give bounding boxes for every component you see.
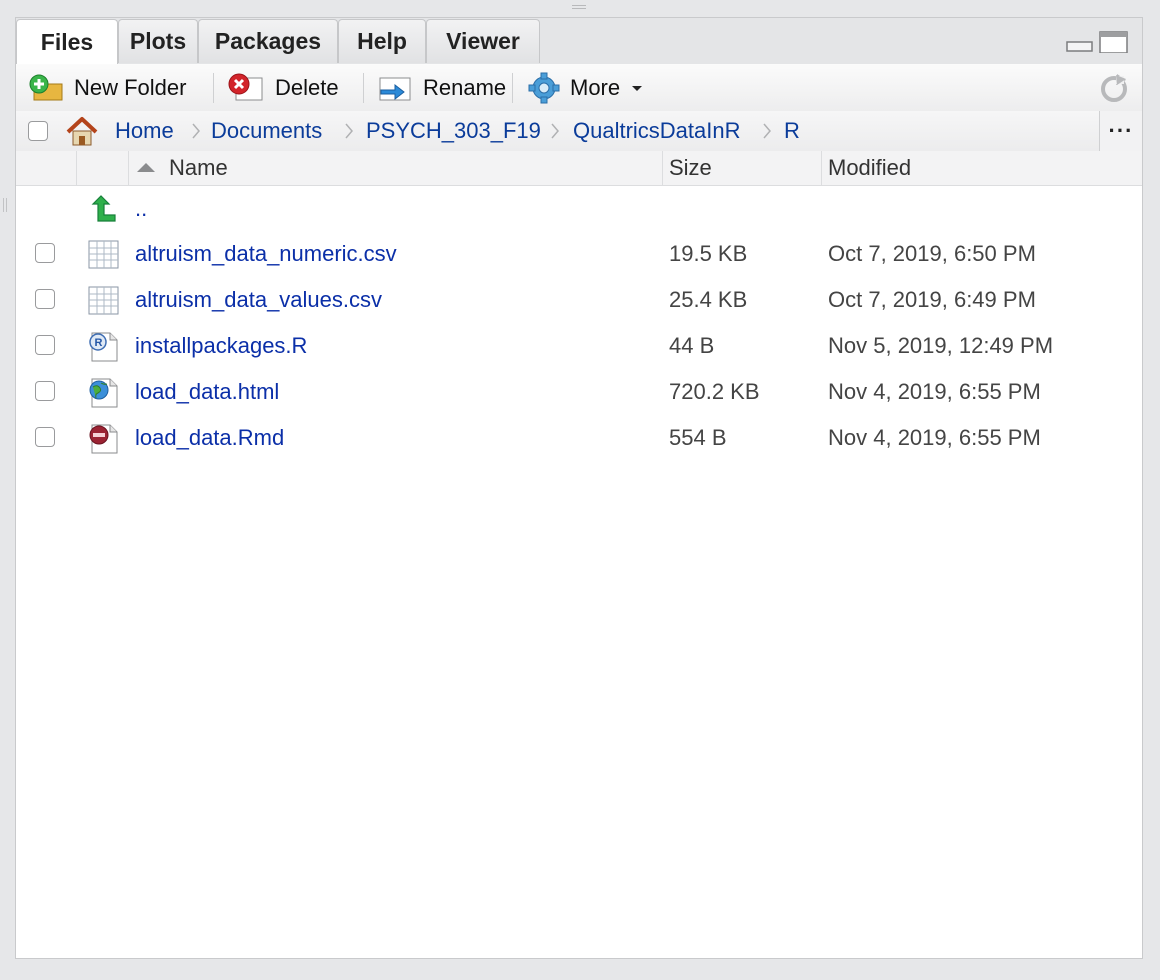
column-header-name[interactable]: Name — [169, 151, 228, 185]
breadcrumb-r[interactable]: R — [784, 111, 800, 151]
tab-viewer[interactable]: Viewer — [426, 19, 540, 63]
row-checkbox[interactable] — [35, 243, 55, 263]
parent-directory-link[interactable]: .. — [135, 186, 147, 232]
row-checkbox[interactable] — [35, 289, 55, 309]
rename-label: Rename — [423, 74, 507, 100]
parent-directory-row[interactable]: .. — [16, 186, 1142, 232]
tab-plots[interactable]: Plots — [118, 19, 198, 63]
file-modified: Oct 7, 2019, 6:50 PM — [828, 241, 1036, 266]
home-icon[interactable] — [64, 115, 100, 147]
tab-packages[interactable]: Packages — [198, 19, 338, 63]
new-folder-icon — [29, 74, 63, 100]
file-modified: Nov 4, 2019, 6:55 PM — [828, 379, 1041, 404]
csv-file-icon — [88, 286, 119, 315]
csv-file-icon — [88, 240, 119, 269]
pane-resize-handle-left[interactable] — [3, 198, 9, 212]
minimize-icon[interactable] — [1066, 31, 1094, 53]
delete-label: Delete — [275, 74, 339, 100]
file-size: 720.2 KB — [669, 379, 760, 404]
file-link[interactable]: altruism_data_numeric.csv — [135, 231, 397, 277]
delete-button[interactable]: Delete — [227, 64, 339, 111]
rmd-file-icon — [89, 424, 118, 454]
file-link[interactable]: altruism_data_values.csv — [135, 277, 382, 323]
column-header-size[interactable]: Size — [669, 151, 712, 185]
file-size: 554 B — [669, 425, 727, 450]
breadcrumb-overflow-button[interactable]: ··· — [1099, 111, 1142, 151]
rename-icon — [379, 77, 411, 100]
row-checkbox[interactable] — [35, 335, 55, 355]
table-row: R installpackages.R 44 B Nov 5, 2019, 12… — [16, 323, 1142, 369]
breadcrumb-documents[interactable]: Documents — [211, 111, 322, 151]
file-modified: Nov 5, 2019, 12:49 PM — [828, 333, 1054, 358]
breadcrumb-separator-icon — [551, 123, 559, 139]
breadcrumb-separator-icon — [345, 123, 353, 139]
tab-bar: Files Plots Packages Help Viewer — [16, 18, 1142, 65]
table-row: load_data.html 720.2 KB Nov 4, 2019, 6:5… — [16, 369, 1142, 415]
table-row: altruism_data_numeric.csv 19.5 KB Oct 7,… — [16, 231, 1142, 277]
delete-icon — [228, 73, 263, 100]
row-checkbox[interactable] — [35, 427, 55, 447]
file-modified: Nov 4, 2019, 6:55 PM — [828, 425, 1041, 450]
file-link[interactable]: installpackages.R — [135, 323, 307, 369]
file-size: 19.5 KB — [669, 241, 748, 266]
files-pane: Files Plots Packages Help Viewer New Fol… — [15, 17, 1143, 959]
new-folder-button[interactable]: New Folder — [28, 64, 186, 111]
files-toolbar: New Folder Delete Rename More — [16, 64, 1142, 112]
html-file-icon — [89, 378, 118, 408]
table-row: load_data.Rmd 554 B Nov 4, 2019, 6:55 PM — [16, 415, 1142, 461]
more-menu-button[interactable]: More — [528, 64, 656, 111]
pane-resize-handle-top[interactable] — [572, 5, 586, 13]
file-modified: Oct 7, 2019, 6:49 PM — [828, 287, 1036, 312]
file-link[interactable]: load_data.html — [135, 369, 279, 415]
gear-icon — [528, 72, 560, 103]
file-table-header: Name Size Modified — [16, 151, 1142, 186]
column-header-modified[interactable]: Modified — [828, 151, 911, 185]
breadcrumb: Home Documents PSYCH_303_F19 QualtricsDa… — [16, 111, 1142, 152]
file-size: 25.4 KB — [669, 287, 748, 312]
more-label: More — [570, 74, 621, 100]
r-script-icon: R — [89, 332, 118, 362]
breadcrumb-home[interactable]: Home — [115, 111, 174, 151]
new-folder-label: New Folder — [74, 74, 187, 100]
refresh-icon[interactable] — [1098, 72, 1130, 104]
breadcrumb-separator-icon — [192, 123, 200, 139]
row-checkbox[interactable] — [35, 381, 55, 401]
sort-ascending-icon — [137, 163, 155, 172]
svg-text:R: R — [95, 337, 103, 349]
file-size: 44 B — [669, 333, 715, 358]
maximize-icon[interactable] — [1099, 31, 1129, 53]
tab-help[interactable]: Help — [338, 19, 426, 63]
table-row: altruism_data_values.csv 25.4 KB Oct 7, … — [16, 277, 1142, 323]
breadcrumb-psych-303-f19[interactable]: PSYCH_303_F19 — [366, 111, 541, 151]
breadcrumb-separator-icon — [763, 123, 771, 139]
select-all-checkbox[interactable] — [28, 121, 48, 141]
parent-directory-icon — [91, 195, 116, 222]
file-link[interactable]: load_data.Rmd — [135, 415, 284, 461]
breadcrumb-qualtricsdatainr[interactable]: QualtricsDataInR — [573, 111, 741, 151]
tab-files[interactable]: Files — [16, 19, 118, 65]
rename-button[interactable]: Rename — [377, 64, 506, 111]
chevron-down-icon — [632, 85, 643, 91]
